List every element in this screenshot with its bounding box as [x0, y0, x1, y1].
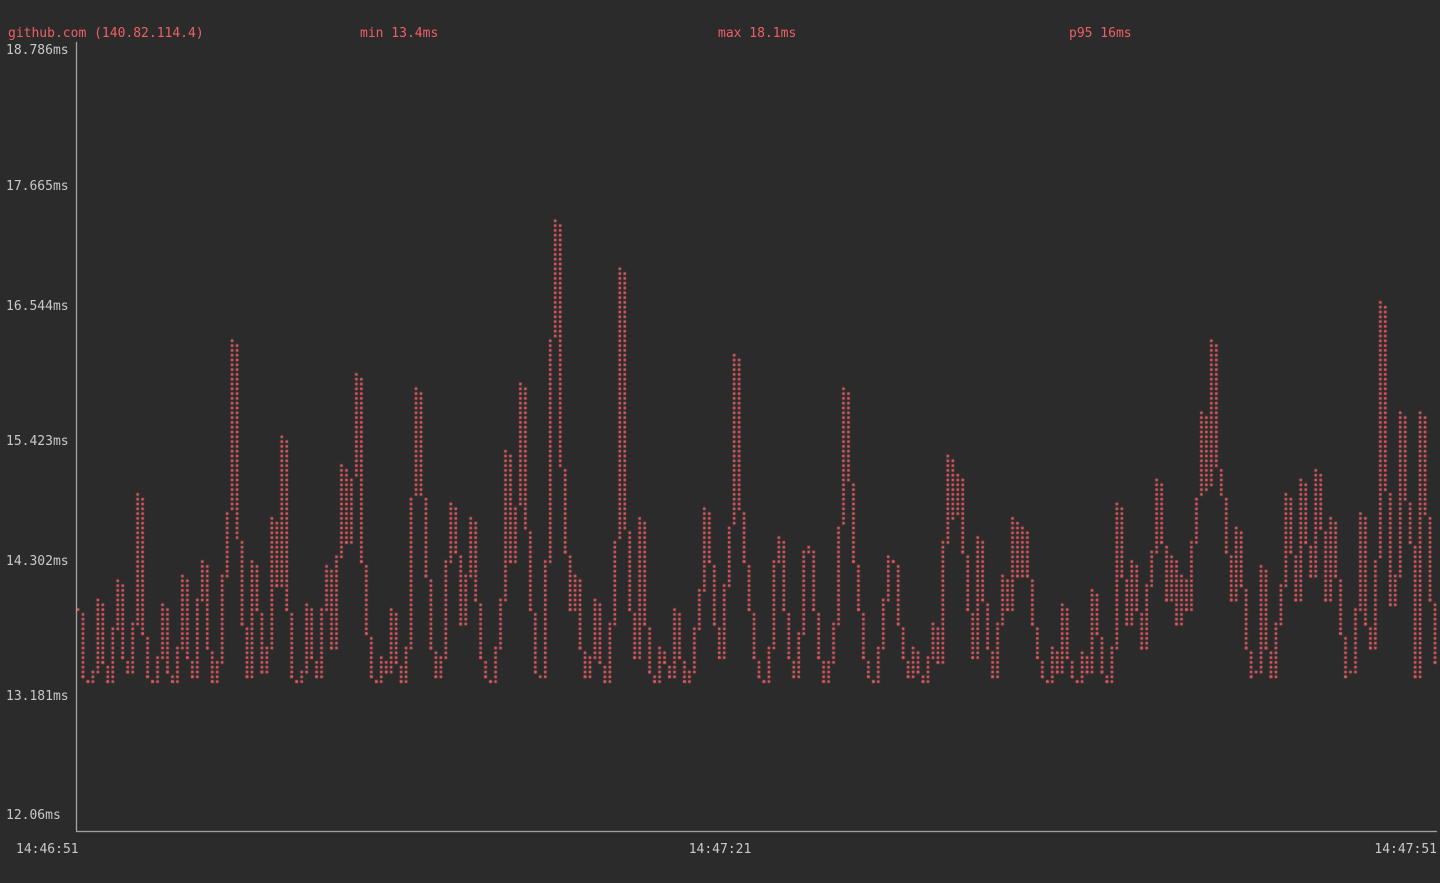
- y-tick-label: 17.665ms: [6, 179, 69, 194]
- stat-min-label: min 13.4ms: [360, 26, 438, 41]
- y-tick-label: 16.544ms: [6, 299, 69, 314]
- latency-plot-canvas: [0, 0, 1440, 883]
- y-tick-label: 18.786ms: [6, 43, 69, 58]
- x-tick-label: 14:47:51: [1374, 842, 1437, 857]
- stat-p95-label: p95 16ms: [1069, 26, 1132, 41]
- y-tick-label: 12.06ms: [6, 808, 61, 823]
- terminal-screen: github.com (140.82.114.4) min 13.4ms max…: [0, 0, 1440, 883]
- x-tick-label: 14:46:51: [16, 842, 79, 857]
- stat-max-label: max 18.1ms: [718, 26, 796, 41]
- y-tick-label: 14.302ms: [6, 554, 69, 569]
- y-tick-label: 13.181ms: [6, 689, 69, 704]
- x-tick-label: 14:47:21: [689, 842, 752, 857]
- target-host-label: github.com (140.82.114.4): [8, 26, 204, 41]
- y-tick-label: 15.423ms: [6, 434, 69, 449]
